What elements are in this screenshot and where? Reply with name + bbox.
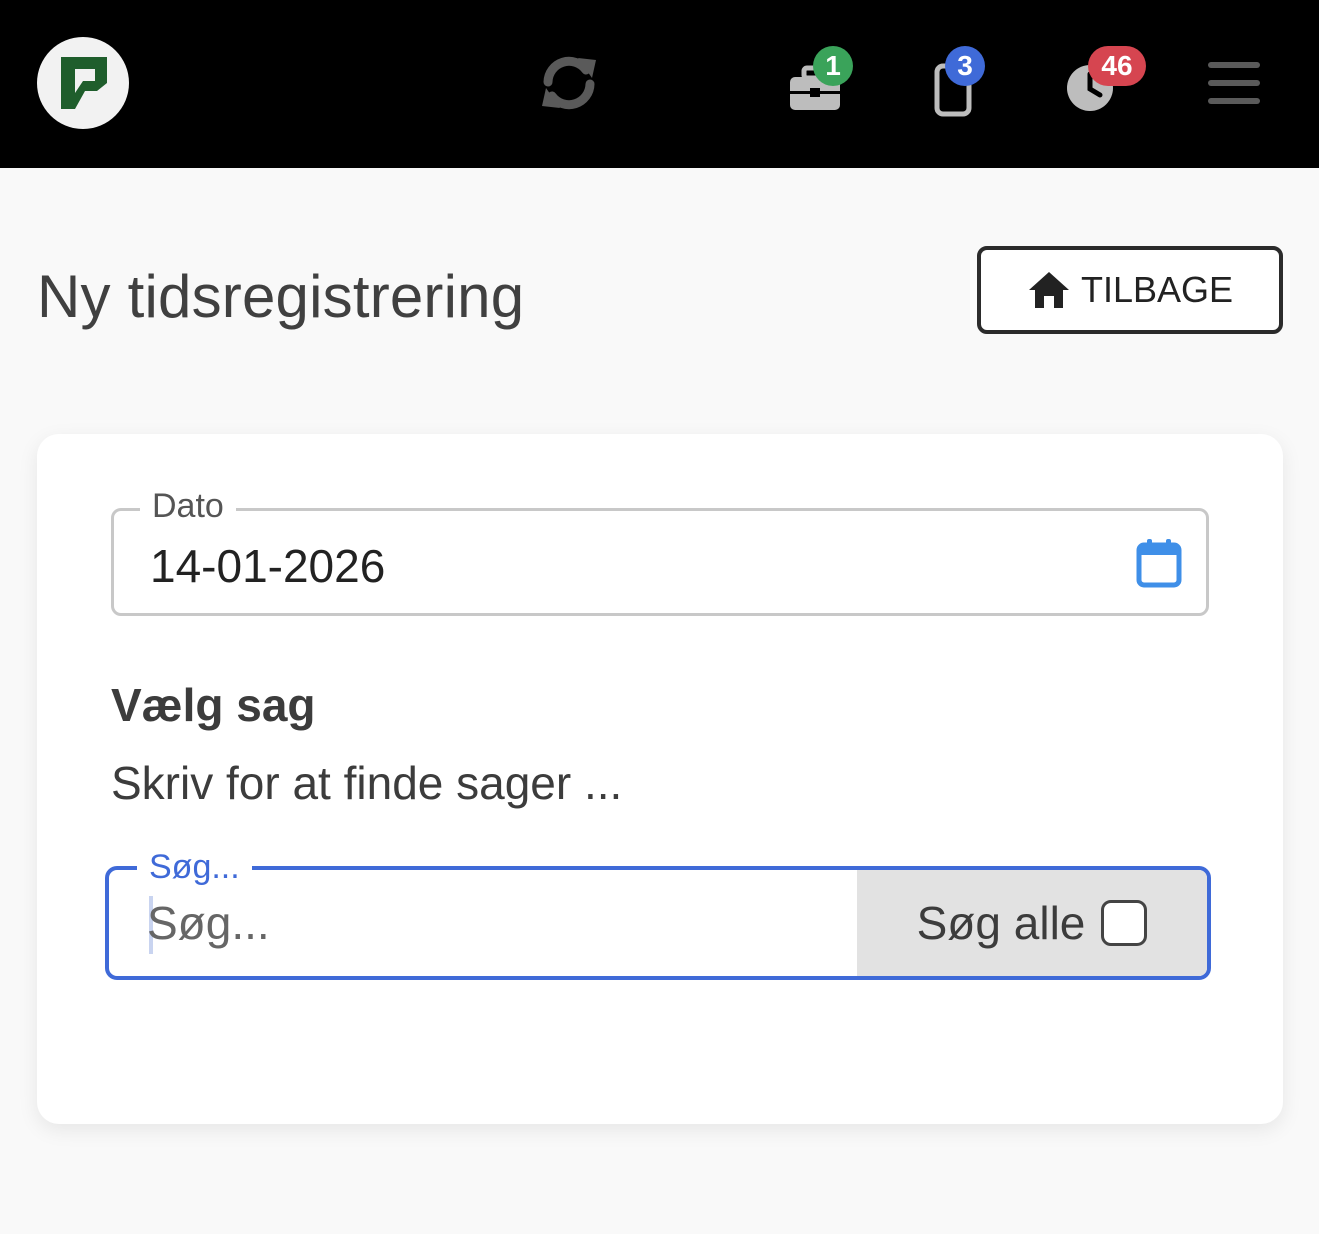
top-navbar: 1 3 46: [0, 0, 1319, 168]
back-button-label: TILBAGE: [1080, 269, 1234, 310]
date-label: Dato: [140, 487, 236, 526]
sync-icon[interactable]: [538, 52, 600, 114]
search-label: Søg...: [137, 848, 252, 887]
calendar-icon[interactable]: [1136, 537, 1182, 589]
search-all-checkbox[interactable]: [1101, 900, 1148, 946]
search-all-label: Søg alle: [916, 897, 1086, 949]
search-all-toggle[interactable]: Søg alle: [857, 870, 1207, 976]
time-badge: 46: [1088, 46, 1146, 86]
case-section-title: Vælg sag: [111, 679, 316, 731]
logo-icon[interactable]: [37, 37, 129, 129]
back-button[interactable]: TILBAGE: [977, 246, 1283, 334]
tasks-badge: 1: [813, 46, 853, 86]
page-title: Ny tidsregistrering: [37, 263, 525, 330]
case-search-hint: Skriv for at finde sager ...: [111, 757, 623, 809]
case-search-field: Søg... Søg alle: [105, 848, 1211, 980]
devices-badge: 3: [945, 46, 985, 86]
date-field[interactable]: Dato 14-01-2026: [111, 487, 1209, 616]
registration-card: Dato 14-01-2026 Vælg sag Skriv for at fi…: [37, 434, 1283, 1124]
date-value[interactable]: 14-01-2026: [150, 539, 385, 593]
search-input[interactable]: [147, 892, 837, 954]
hamburger-menu-icon[interactable]: [1206, 58, 1262, 108]
home-icon: [1028, 272, 1069, 308]
